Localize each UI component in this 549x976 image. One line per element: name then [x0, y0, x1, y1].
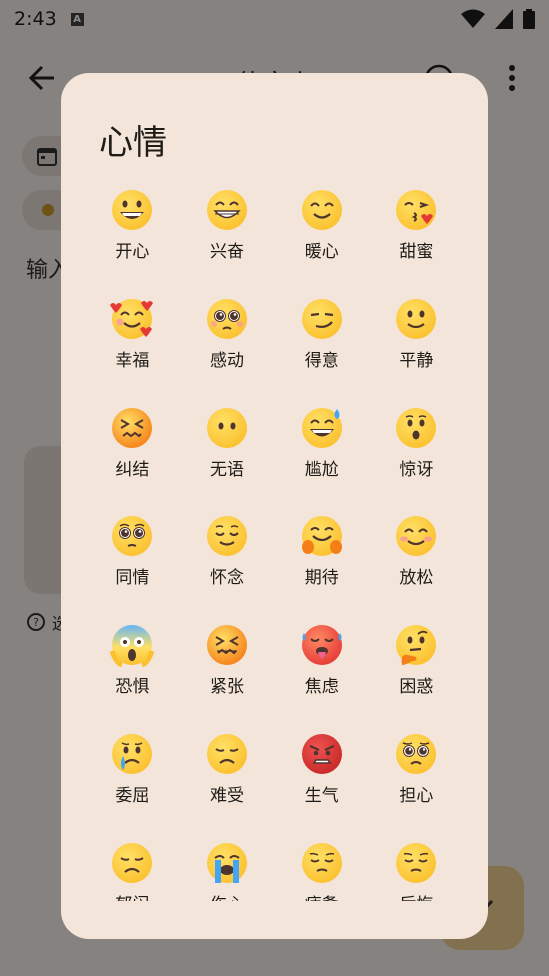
mood-label: 开心	[115, 242, 150, 262]
mood-option[interactable]: 委屈	[85, 729, 180, 838]
mood-grid: 开心 兴奋 暖心 甜蜜幸福 感动 得意 平静纠结 无语 尴尬 惊讶同情 怀念 期待 放松恐惧 紧张 焦虑 困惑…	[85, 185, 465, 901]
mood-label: 紧张	[210, 677, 245, 698]
hot-face-icon	[301, 625, 342, 666]
mood-label: 恐惧	[115, 677, 150, 698]
mood-option[interactable]: 疲惫	[274, 838, 369, 901]
grinning-face-icon	[112, 190, 153, 230]
smiling-face-icon	[301, 190, 342, 230]
mood-label: 郁闷	[115, 893, 149, 901]
crying-face-icon	[112, 733, 153, 774]
mood-option[interactable]: 幸福	[85, 294, 180, 403]
mood-option[interactable]: 怀念	[180, 511, 275, 620]
loudly-crying-face-icon	[207, 842, 248, 883]
mood-option[interactable]: 困惑	[369, 620, 464, 729]
mood-dialog: 心情 开心 兴奋 暖心 甜蜜幸福 感动 得意 平静纠结 无语 尴尬 惊讶同情 怀念 期待 放松恐惧 紧张 焦…	[61, 73, 488, 939]
mood-label: 委屈	[115, 785, 150, 806]
kissing-face-icon	[396, 190, 437, 230]
thinking-face-icon	[396, 625, 437, 666]
mood-label: 后悔	[399, 893, 433, 901]
mood-label: 纠结	[115, 459, 150, 480]
mood-label: 幸福	[115, 350, 150, 371]
mood-label: 期待	[304, 568, 339, 589]
mood-option[interactable]: 无语	[180, 403, 275, 512]
mood-label: 怀念	[210, 568, 245, 589]
beaming-face-icon	[207, 190, 248, 230]
mood-label: 焦虑	[304, 677, 339, 698]
mood-option[interactable]: 感动	[180, 294, 275, 403]
hugging-face-icon	[301, 516, 342, 557]
dialog-title: 心情	[99, 123, 167, 163]
disappointed-face-icon	[207, 733, 248, 774]
mood-label: 担心	[399, 785, 434, 806]
mood-option[interactable]: 焦虑	[274, 620, 369, 729]
mood-option[interactable]: 甜蜜	[369, 185, 464, 294]
blushing-face-icon	[396, 516, 437, 557]
mood-label: 伤心	[210, 893, 244, 901]
grinning-sweat-face-icon	[301, 407, 342, 448]
worried-face-icon	[396, 733, 437, 774]
mood-label: 生气	[304, 785, 339, 806]
smiling-face-with-hearts-icon	[110, 298, 154, 339]
confounded-face-icon	[112, 407, 153, 448]
mood-option[interactable]: 难受	[180, 729, 275, 838]
mood-option[interactable]: 同情	[85, 511, 180, 620]
mood-label: 无语	[210, 459, 245, 480]
mood-label: 放松	[399, 568, 434, 589]
mood-option[interactable]: 平静	[369, 294, 464, 403]
mood-label: 暖心	[304, 242, 339, 262]
mood-label: 尴尬	[304, 459, 339, 480]
mood-label: 惊讶	[399, 459, 434, 480]
disappointed-face-icon	[112, 842, 153, 883]
hushed-face-icon	[396, 407, 437, 448]
mood-label: 得意	[304, 350, 339, 371]
mood-option[interactable]: 尴尬	[274, 403, 369, 512]
mood-option[interactable]: 郁闷	[85, 838, 180, 901]
mood-option[interactable]: 暖心	[274, 185, 369, 294]
mood-option[interactable]: 惊讶	[369, 403, 464, 512]
angry-face-icon	[301, 733, 342, 774]
mood-option[interactable]: 生气	[274, 729, 369, 838]
mood-option[interactable]: 开心	[85, 185, 180, 294]
mood-option[interactable]: 伤心	[180, 838, 275, 901]
relieved-face-icon	[207, 516, 248, 557]
mood-option[interactable]: 担心	[369, 729, 464, 838]
mood-label: 感动	[210, 350, 245, 371]
mood-label: 疲惫	[305, 893, 339, 901]
pensive-face-icon	[396, 842, 437, 883]
mood-label: 平静	[399, 350, 434, 371]
pleading-face-icon	[207, 298, 248, 339]
smirking-face-icon	[301, 298, 342, 339]
mood-option[interactable]: 放松	[369, 511, 464, 620]
mood-label: 甜蜜	[399, 242, 434, 262]
mood-option[interactable]: 恐惧	[85, 620, 180, 729]
mood-label: 难受	[210, 785, 245, 806]
mood-label: 同情	[115, 568, 150, 589]
mood-option[interactable]: 期待	[274, 511, 369, 620]
mood-option[interactable]: 纠结	[85, 403, 180, 512]
tense-face-icon	[207, 625, 248, 666]
mood-option[interactable]: 后悔	[369, 838, 464, 901]
face-without-mouth-icon	[207, 407, 248, 448]
mood-label: 兴奋	[210, 242, 245, 262]
screaming-face-icon	[110, 625, 155, 668]
mood-option[interactable]: 得意	[274, 294, 369, 403]
slightly-smiling-face-icon	[396, 298, 437, 339]
pleading-eyes-icon	[112, 516, 153, 557]
mood-label: 困惑	[399, 677, 434, 698]
pensive-face-icon	[301, 842, 342, 883]
mood-option[interactable]: 紧张	[180, 620, 275, 729]
mood-option[interactable]: 兴奋	[180, 185, 275, 294]
